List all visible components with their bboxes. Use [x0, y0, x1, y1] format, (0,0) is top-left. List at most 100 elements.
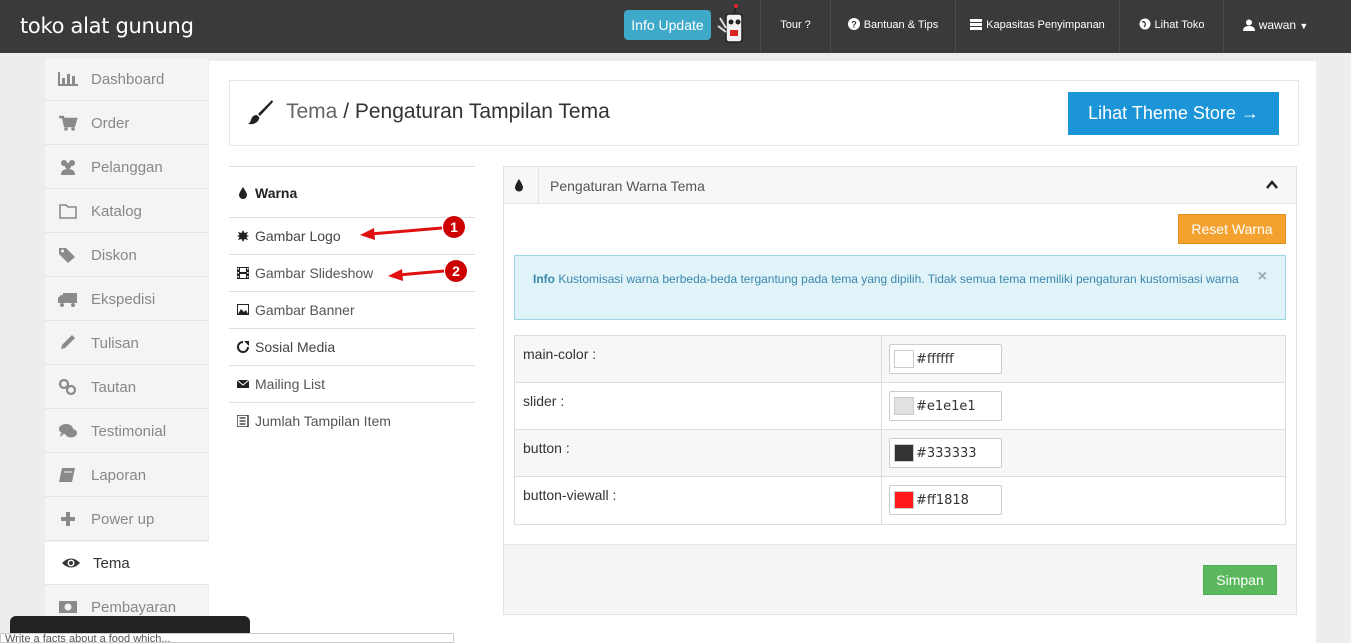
theme-store-button[interactable]: Lihat Theme Store →: [1068, 92, 1279, 135]
sidebar-item-diskon[interactable]: Diskon: [45, 234, 208, 277]
list-icon: [237, 415, 249, 427]
column-divider: [881, 336, 882, 382]
folder-icon: [59, 204, 77, 219]
color-swatch[interactable]: [894, 491, 914, 509]
menu-item-warna[interactable]: Warna: [229, 166, 475, 217]
table-row: button : #333333: [515, 430, 1285, 477]
nav-kapasitas-label: Kapasitas Penyimpanan: [986, 19, 1105, 31]
tint-icon: [239, 187, 247, 199]
info-update-button[interactable]: Info Update: [624, 10, 711, 40]
comments-icon: [59, 424, 77, 438]
certificate-icon: [237, 230, 249, 242]
chevron-up-icon[interactable]: [1266, 180, 1278, 189]
sidebar-item-tautan[interactable]: Tautan: [45, 366, 208, 409]
page-header: Tema / Pengaturan Tampilan Tema Lihat Th…: [229, 80, 1299, 146]
share-icon: [237, 341, 249, 353]
sidebar-item-label: Order: [91, 115, 130, 132]
color-swatch[interactable]: [894, 350, 914, 368]
nav-lihat-toko-label: Lihat Toko: [1154, 19, 1205, 31]
column-divider: [881, 430, 882, 476]
nav-tour[interactable]: Tour ?: [760, 0, 830, 53]
annotation-arrow-1: 1: [360, 216, 465, 240]
nav-kapasitas[interactable]: Kapasitas Penyimpanan: [955, 0, 1119, 53]
sidebar-item-label: Laporan: [91, 467, 147, 484]
tooltip-box: Write a facts about a food which...: [0, 633, 454, 643]
sidebar-item-tulisan[interactable]: Tulisan: [45, 322, 208, 365]
nav-bantuan-label: Bantuan & Tips: [863, 19, 939, 31]
sidebar-item-label: Tulisan: [91, 335, 139, 352]
color-input-button-viewall[interactable]: #ff1818: [889, 485, 1002, 515]
sidebar-item-label: Dashboard: [91, 71, 165, 88]
breadcrumb-section[interactable]: Tema: [286, 100, 337, 123]
sidebar-item-label: Tautan: [91, 379, 137, 396]
eye-icon: [62, 558, 80, 568]
menu-item-label: Mailing List: [255, 376, 326, 392]
sidebar-item-order[interactable]: Order: [45, 102, 208, 145]
panel-header-divider: [538, 167, 539, 204]
money-icon: [59, 601, 77, 613]
sidebar-item-dashboard[interactable]: Dashboard: [45, 58, 208, 101]
plus-icon: [61, 512, 75, 526]
column-divider: [881, 383, 882, 429]
table-row: button-viewall : #ff1818: [515, 477, 1285, 524]
sidebar-item-testimonial[interactable]: Testimonial: [45, 410, 208, 453]
breadcrumb-current: Pengaturan Tampilan Tema: [354, 100, 610, 123]
sidebar-item-ekspedisi[interactable]: Ekspedisi: [45, 278, 208, 321]
nav-bantuan[interactable]: ? Bantuan & Tips: [830, 0, 955, 53]
panel-header[interactable]: Pengaturan Warna Tema: [504, 167, 1296, 204]
menu-item-gambar-banner[interactable]: Gambar Banner: [229, 291, 475, 328]
table-row: slider : #e1e1e1: [515, 383, 1285, 430]
truck-icon: [58, 293, 77, 307]
nav-user-menu[interactable]: wawan ▼: [1223, 0, 1327, 53]
page-scrollbar[interactable]: [1345, 53, 1351, 643]
user-icon: [1242, 2, 1255, 53]
menu-item-jumlah-tampilan[interactable]: Jumlah Tampilan Item: [229, 402, 475, 439]
link-icon: [58, 378, 77, 396]
sidebar-item-katalog[interactable]: Katalog: [45, 190, 208, 233]
store-brand[interactable]: toko alat gunung: [20, 14, 194, 38]
color-hex-value: #ffffff: [916, 352, 954, 367]
alert-text: Kustomisasi warna berbeda-beda tergantun…: [558, 272, 1239, 286]
color-hex-value: #ff1818: [916, 493, 969, 508]
breadcrumb-separator: /: [337, 100, 355, 123]
tags-icon: [59, 248, 75, 263]
sidebar-item-label: Ekspedisi: [91, 291, 156, 308]
envelope-icon: [237, 379, 249, 388]
close-icon[interactable]: ×: [1258, 268, 1267, 286]
menu-item-label: Gambar Banner: [255, 302, 355, 318]
nav-lihat-toko[interactable]: Lihat Toko: [1119, 0, 1223, 53]
table-row: main-color : #ffffff: [515, 336, 1285, 383]
menu-item-label: Gambar Slideshow: [255, 265, 374, 281]
sidebar-item-label: Power up: [91, 511, 155, 528]
menu-item-label: Jumlah Tampilan Item: [255, 413, 391, 429]
sidebar-item-tema[interactable]: Tema: [45, 542, 210, 585]
color-settings-panel: Pengaturan Warna Tema Reset Warna Info K…: [503, 166, 1297, 615]
color-input-slider[interactable]: #e1e1e1: [889, 391, 1002, 421]
color-swatch[interactable]: [894, 397, 914, 415]
info-alert: Info Kustomisasi warna berbeda-beda terg…: [514, 255, 1286, 320]
save-button[interactable]: Simpan: [1203, 565, 1277, 595]
color-swatch[interactable]: [894, 444, 914, 462]
annotation-number-1: 1: [450, 219, 458, 235]
sidebar-item-laporan[interactable]: Laporan: [45, 454, 208, 497]
tooltip-text: Write a facts about a food which...: [5, 633, 171, 643]
sidebar-item-label: Testimonial: [91, 423, 167, 440]
panel-footer: Simpan: [504, 544, 1296, 614]
question-circle-icon: ?: [847, 2, 860, 53]
users-icon: [61, 160, 75, 175]
book-icon: [59, 468, 75, 482]
menu-item-mailing-list[interactable]: Mailing List: [229, 365, 475, 402]
sidebar-item-pelanggan[interactable]: Pelanggan: [45, 146, 208, 189]
sidebar-item-label: Tema: [93, 555, 130, 572]
film-icon: [237, 267, 249, 279]
color-input-button[interactable]: #333333: [889, 438, 1002, 468]
storage-icon: [970, 2, 983, 53]
menu-item-sosial-media[interactable]: Sosial Media: [229, 328, 475, 365]
nav-tour-label: Tour ?: [780, 19, 811, 31]
reset-colors-button[interactable]: Reset Warna: [1178, 214, 1286, 244]
menu-item-label: Warna: [255, 185, 298, 201]
cart-icon: [59, 115, 78, 131]
sidebar-item-power-up[interactable]: Power up: [45, 498, 208, 541]
brush-icon: [248, 100, 273, 125]
color-input-main-color[interactable]: #ffffff: [889, 344, 1002, 374]
